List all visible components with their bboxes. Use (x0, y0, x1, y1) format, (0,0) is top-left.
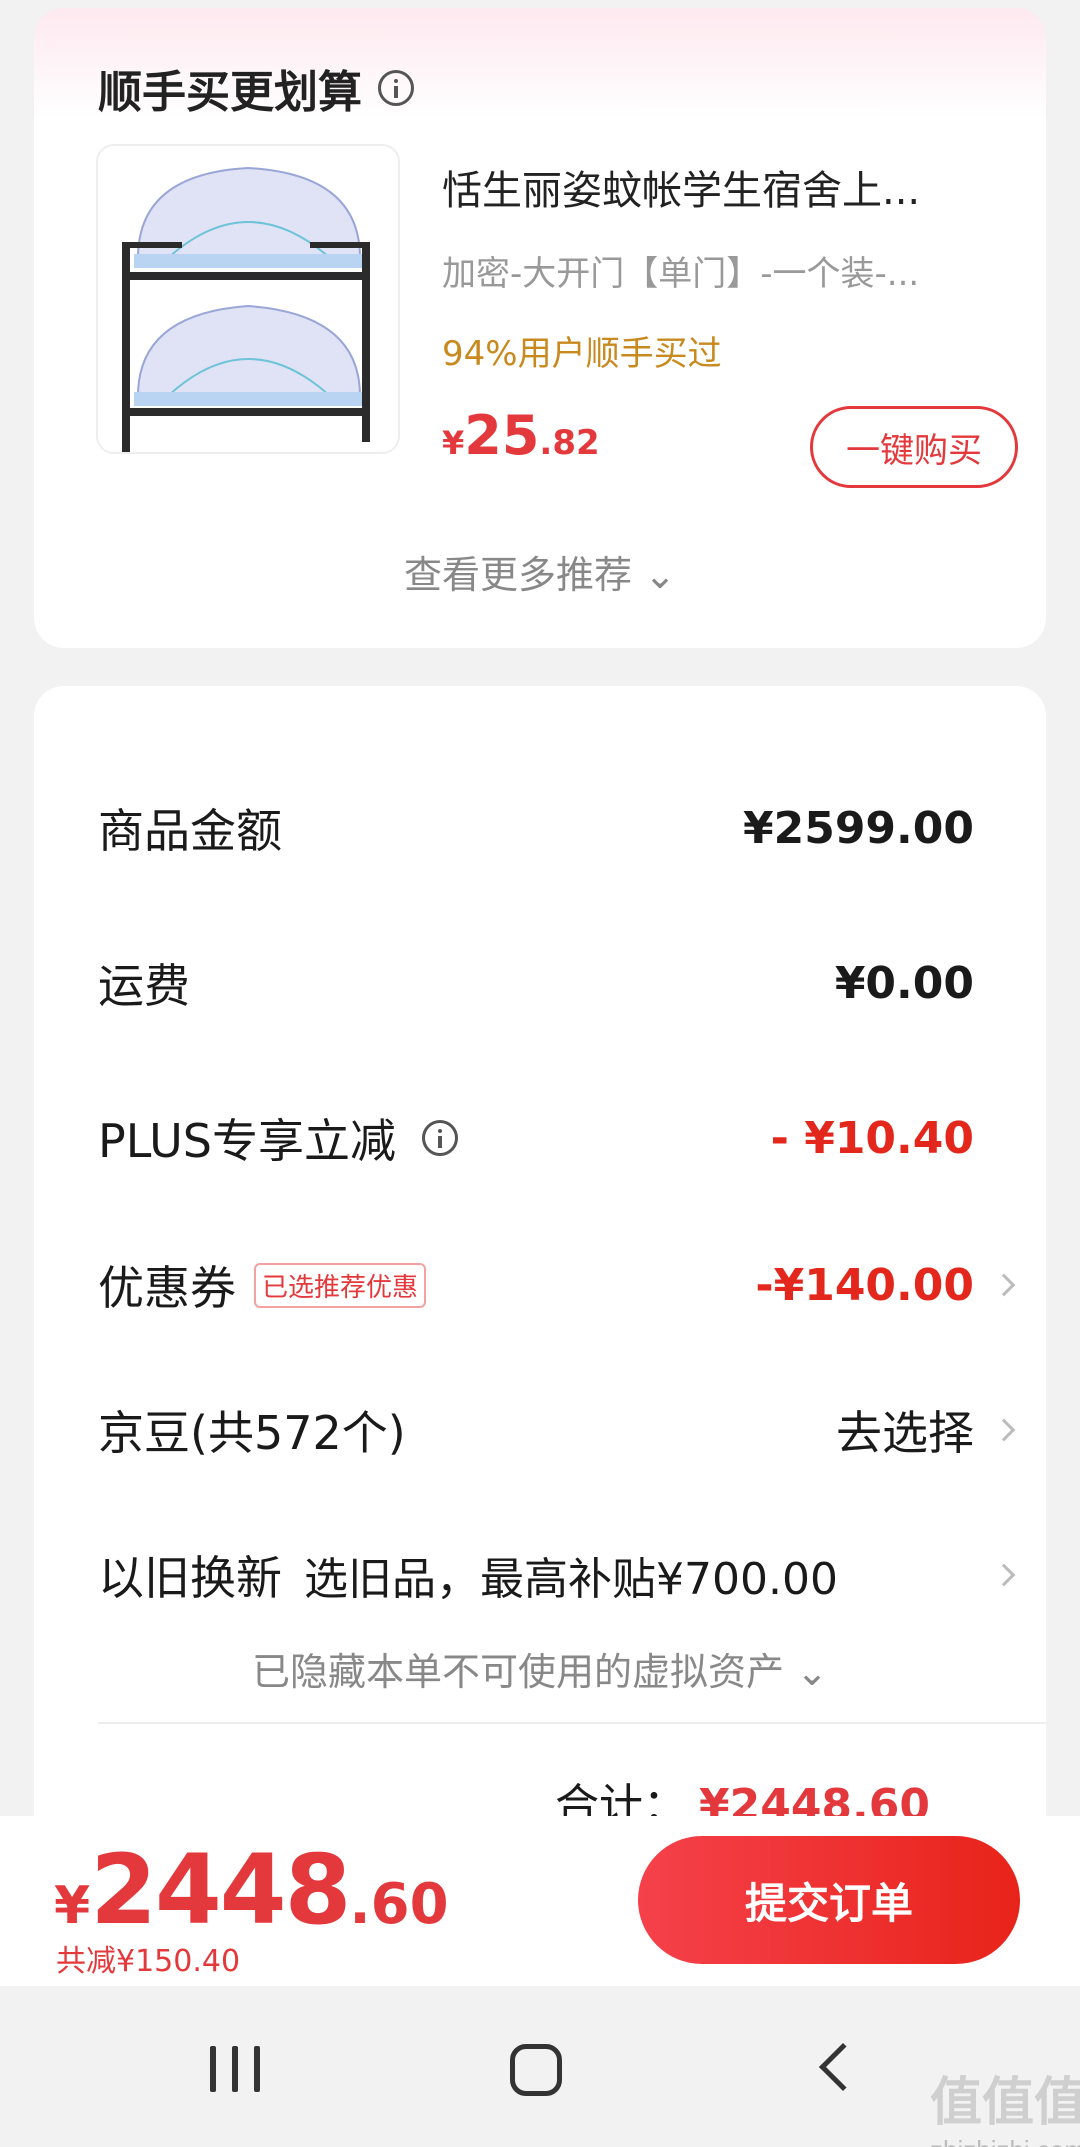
social-proof-text: 94%用户顺手买过 (442, 334, 722, 374)
watermark-logo: 值值值 zhizhizhi.com (930, 2060, 1080, 2147)
shipping-value: ¥0.00 (834, 957, 974, 1009)
goods-amount-row: 商品金额 ¥2599.00 (98, 788, 1018, 868)
price-symbol: ¥ (442, 424, 465, 462)
chevron-right-icon (992, 1418, 1016, 1442)
price-decimal: .82 (539, 423, 600, 463)
trade-in-value: 选旧品，最高补贴¥700.00 (304, 1554, 838, 1605)
trade-in-label: 以旧换新 (98, 1551, 282, 1605)
upsell-title: 顺手买更划算 (98, 56, 414, 120)
system-nav-bar (0, 1986, 1080, 2147)
shipping-row: 运费 ¥0.00 (98, 943, 1018, 1023)
hidden-assets-toggle[interactable]: 已隐藏本单不可使用的虚拟资产 ⌄ (34, 1641, 1046, 1696)
trade-in-row[interactable]: 以旧换新 选旧品，最高补贴¥700.00 (98, 1535, 1018, 1615)
total-price-symbol: ¥ (54, 1876, 91, 1936)
jingdou-label: 京豆(共572个) (98, 1406, 406, 1460)
goods-amount-label: 商品金额 (98, 804, 282, 858)
divider (98, 1722, 1046, 1724)
recent-apps-icon[interactable] (210, 2046, 260, 2092)
recommended-coupon-tag: 已选推荐优惠 (254, 1262, 427, 1308)
info-icon[interactable] (378, 70, 414, 106)
goods-amount-value: ¥2599.00 (742, 802, 974, 854)
view-more-recommendations[interactable]: 查看更多推荐 ⌄ (34, 544, 1046, 599)
jingdou-row[interactable]: 京豆(共572个) 去选择 (98, 1390, 1018, 1470)
chevron-right-icon (992, 1563, 1016, 1587)
coupon-label: 优惠券 (98, 1261, 236, 1315)
one-click-buy-button[interactable]: 一键购买 (810, 406, 1018, 488)
product-spec[interactable]: 加密-大开门【单门】-一个装-... (442, 246, 1002, 295)
back-icon[interactable] (818, 2042, 868, 2092)
plus-discount-value: - ¥10.40 (770, 1112, 974, 1164)
chevron-right-icon (992, 1273, 1016, 1297)
watermark-line2: zhizhizhi.com (930, 2135, 1080, 2147)
price-integer: 25 (464, 404, 540, 467)
total-price-decimal: .60 (349, 1872, 449, 1937)
bunk-bed-mosquito-net-image (98, 146, 398, 452)
upsell-title-text: 顺手买更划算 (98, 67, 362, 118)
total-price-integer: 2448 (90, 1834, 351, 1946)
total-discount: 共减¥150.40 (56, 1944, 241, 1979)
product-name[interactable]: 恬生丽姿蚊帐学生宿舍上... (442, 158, 1002, 216)
upsell-card: 顺手买更划算 恬生丽姿蚊帐学生宿舍上... 加密-大开门【单门】-一个装-...… (34, 8, 1046, 648)
home-icon[interactable] (510, 2044, 562, 2096)
info-icon[interactable] (421, 1120, 458, 1156)
coupon-value: -¥140.00 (755, 1259, 974, 1311)
product-thumbnail[interactable] (96, 144, 400, 454)
bottom-action-bar: ¥ 2448 .60 共减¥150.40 提交订单 (0, 1816, 1080, 1986)
jingdou-select[interactable]: 去选择 (836, 1397, 974, 1463)
shipping-label: 运费 (98, 959, 190, 1013)
price-detail-card: 商品金额 ¥2599.00 运费 ¥0.00 PLUS专享立减 - ¥10.40… (34, 686, 1046, 1886)
plus-discount-row: PLUS专享立减 - ¥10.40 (98, 1098, 1018, 1178)
total-price: ¥ 2448 .60 (54, 1834, 449, 1946)
product-price: ¥ 25 .82 (442, 404, 600, 467)
submit-order-button[interactable]: 提交订单 (638, 1836, 1020, 1964)
coupon-row[interactable]: 优惠券 已选推荐优惠 -¥140.00 (98, 1245, 1018, 1325)
watermark-line1: 值值值 (930, 2074, 1080, 2132)
plus-discount-label: PLUS专享立减 (98, 1114, 396, 1168)
